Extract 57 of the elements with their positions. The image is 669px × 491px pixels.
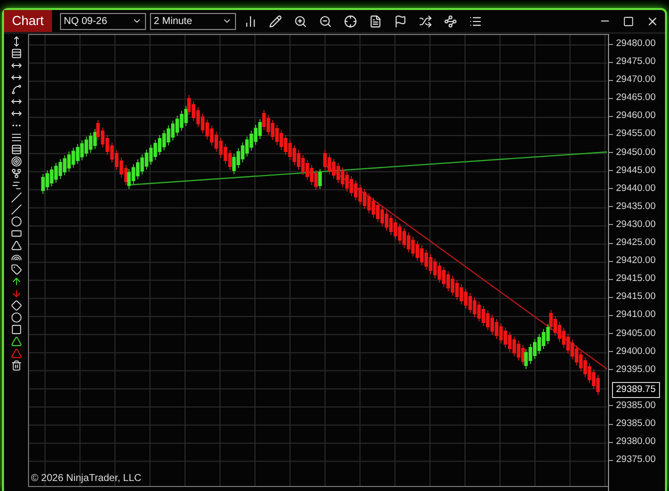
price-label: 29480.00 [609,35,661,54]
square-icon[interactable] [10,324,22,335]
price-label: 29460.00 [609,107,661,126]
diamond-icon[interactable] [10,300,22,311]
price-label: 29385.00 [609,414,661,434]
arc-icon[interactable] [10,252,22,263]
zoom-out-icon[interactable] [318,14,332,28]
label-icon[interactable] [10,264,22,275]
list-icon[interactable] [468,14,482,28]
price-label: 29445.00 [609,162,661,180]
price-label: 29435.00 [609,198,661,216]
price-label: 29425.00 [609,234,661,252]
window-title: Chart [4,10,52,32]
price-label: 29475.00 [609,53,661,72]
current-price-tag: 29389.75 [612,382,660,398]
up-arrow-icon[interactable] [10,276,22,287]
interval-dropdown[interactable]: 2 Minute [150,12,236,30]
crosshair-icon[interactable] [344,14,357,28]
price-label: 29375.00 [609,451,661,470]
price-label: 29415.00 [609,288,661,306]
maximize-icon[interactable] [623,16,634,26]
trend-line-icon[interactable] [10,84,22,95]
price-label: 29430.00 [609,216,661,234]
concentric-circles-icon[interactable] [10,156,22,167]
document-icon[interactable] [368,14,382,28]
circle-icon[interactable] [10,216,22,227]
pencil-icon[interactable] [268,14,282,28]
triangle-up-icon[interactable] [10,336,22,347]
price-label: 29455.00 [609,125,661,144]
price-label: 29380.00 [609,433,661,452]
crossed-lines-icon[interactable] [418,14,432,28]
price-label: 29410.00 [609,306,661,324]
triangle-icon[interactable] [10,240,22,251]
close-icon[interactable] [646,14,659,28]
rectangle-icon[interactable] [10,228,22,239]
price-label: 29470.00 [609,71,661,90]
price-label: 29405.00 [609,324,661,343]
down-arrow-icon[interactable] [10,288,22,299]
horizontal-line-icon[interactable] [10,60,22,71]
price-label: 29400.00 [609,342,661,361]
nodes-icon[interactable] [444,14,457,28]
instrument-dropdown[interactable]: NQ 09-26 [60,12,146,30]
price-label: 29465.00 [609,89,661,108]
levels-icon[interactable] [10,144,22,155]
circle-icon[interactable] [10,312,22,323]
price-label: 29395.00 [609,360,661,379]
price-label: 29450.00 [609,144,661,162]
flag-icon[interactable] [394,14,407,28]
copyright-text: © 2026 NinjaTrader, LLC [31,473,142,484]
trash-icon[interactable] [10,360,22,371]
price-label: 29420.00 [609,252,661,270]
bar-chart-icon[interactable] [244,14,257,28]
triangle-down-icon[interactable] [10,348,22,359]
zoom-in-icon[interactable] [294,14,307,28]
price-label: 29415.00 [609,270,661,288]
price-label: 29440.00 [609,180,661,198]
price-label: 29385.00 [609,396,661,415]
